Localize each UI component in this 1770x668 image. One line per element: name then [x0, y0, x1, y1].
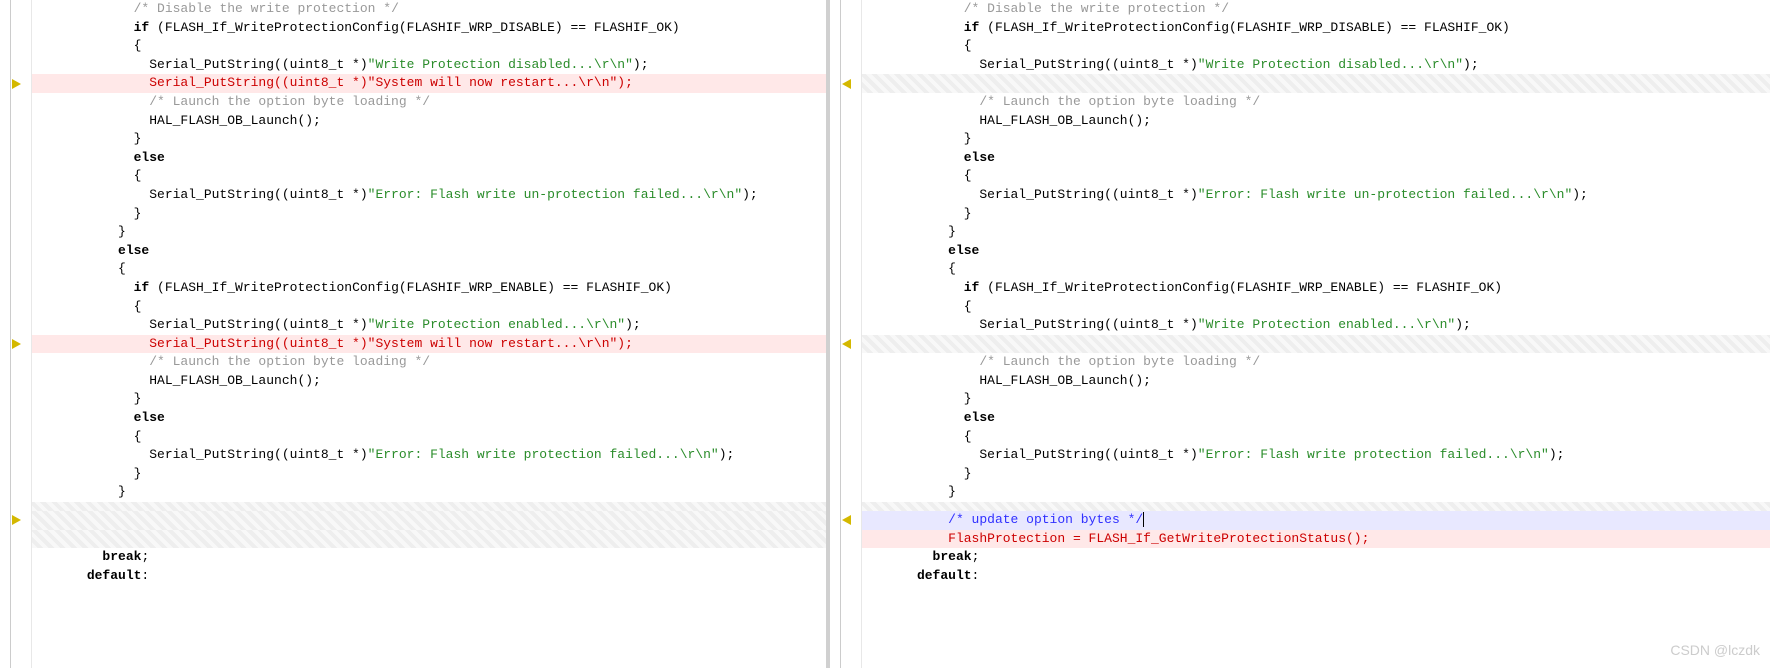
code-line[interactable]: {: [32, 37, 826, 56]
diff-arrow-left-icon[interactable]: [842, 515, 851, 525]
code-line[interactable]: /* Launch the option byte loading */: [32, 93, 826, 112]
diff-arrow-right-icon[interactable]: [12, 339, 21, 349]
code-line[interactable]: }: [32, 465, 826, 484]
code-line[interactable]: HAL_FLASH_OB_Launch();: [32, 112, 826, 131]
code-line[interactable]: {: [862, 298, 1770, 317]
code-line[interactable]: {: [32, 260, 826, 279]
code-line[interactable]: else: [862, 242, 1770, 261]
code-line[interactable]: }: [862, 483, 1770, 502]
diff-arrow-left-icon[interactable]: [842, 339, 851, 349]
code-line[interactable]: Serial_PutString((uint8_t *)"Error: Flas…: [32, 446, 826, 465]
code-line[interactable]: Serial_PutString((uint8_t *)"Write Prote…: [862, 316, 1770, 335]
right-pane[interactable]: /* Disable the write protection */ if (F…: [830, 0, 1770, 668]
right-gutter: [830, 0, 862, 668]
code-line[interactable]: /* Disable the write protection */: [862, 0, 1770, 19]
code-line[interactable]: }: [32, 205, 826, 224]
right-code-area[interactable]: /* Disable the write protection */ if (F…: [862, 0, 1770, 668]
code-line[interactable]: /* Launch the option byte loading */: [862, 93, 1770, 112]
code-line[interactable]: else: [862, 409, 1770, 428]
code-line[interactable]: [32, 502, 826, 511]
code-line[interactable]: }: [32, 223, 826, 242]
watermark: CSDN @lczdk: [1670, 642, 1760, 658]
code-line[interactable]: }: [862, 390, 1770, 409]
code-line[interactable]: /* Launch the option byte loading */: [32, 353, 826, 372]
code-line[interactable]: [862, 335, 1770, 354]
diff-arrow-right-icon[interactable]: [12, 515, 21, 525]
left-pane[interactable]: /* Disable the write protection */ if (F…: [0, 0, 826, 668]
code-line[interactable]: {: [32, 428, 826, 447]
code-line[interactable]: HAL_FLASH_OB_Launch();: [862, 372, 1770, 391]
code-line[interactable]: Serial_PutString((uint8_t *)"Error: Flas…: [32, 186, 826, 205]
code-line[interactable]: HAL_FLASH_OB_Launch();: [862, 112, 1770, 131]
code-line[interactable]: /* Disable the write protection */: [32, 0, 826, 19]
code-line[interactable]: if (FLASH_If_WriteProtectionConfig(FLASH…: [32, 279, 826, 298]
code-line[interactable]: {: [32, 167, 826, 186]
code-line[interactable]: Serial_PutString((uint8_t *)"Write Prote…: [32, 316, 826, 335]
code-line[interactable]: }: [862, 205, 1770, 224]
code-line[interactable]: {: [862, 428, 1770, 447]
code-line[interactable]: /* Launch the option byte loading */: [862, 353, 1770, 372]
code-line[interactable]: [32, 530, 826, 549]
code-line[interactable]: }: [32, 390, 826, 409]
code-line[interactable]: [862, 502, 1770, 511]
code-line[interactable]: HAL_FLASH_OB_Launch();: [32, 372, 826, 391]
code-line[interactable]: [862, 74, 1770, 93]
code-line[interactable]: [32, 511, 826, 530]
code-line[interactable]: if (FLASH_If_WriteProtectionConfig(FLASH…: [862, 19, 1770, 38]
code-line[interactable]: {: [862, 37, 1770, 56]
code-line[interactable]: else: [32, 149, 826, 168]
diff-text: Serial_PutString((uint8_t *)"System will…: [40, 336, 633, 351]
code-line[interactable]: {: [862, 167, 1770, 186]
diff-text: Serial_PutString((uint8_t *)"System will…: [40, 75, 633, 90]
code-line[interactable]: }: [32, 483, 826, 502]
code-line[interactable]: break;: [862, 548, 1770, 567]
code-line[interactable]: if (FLASH_If_WriteProtectionConfig(FLASH…: [862, 279, 1770, 298]
code-line[interactable]: else: [862, 149, 1770, 168]
code-line[interactable]: }: [862, 223, 1770, 242]
code-line[interactable]: if (FLASH_If_WriteProtectionConfig(FLASH…: [32, 19, 826, 38]
code-line[interactable]: Serial_PutString((uint8_t *)"Error: Flas…: [862, 446, 1770, 465]
code-line[interactable]: break;: [32, 548, 826, 567]
code-line[interactable]: else: [32, 242, 826, 261]
left-gutter: [0, 0, 32, 668]
diff-arrow-right-icon[interactable]: [12, 79, 21, 89]
diff-container: /* Disable the write protection */ if (F…: [0, 0, 1770, 668]
code-line[interactable]: FlashProtection = FLASH_If_GetWriteProte…: [862, 530, 1770, 549]
code-line[interactable]: }: [32, 130, 826, 149]
left-code-area[interactable]: /* Disable the write protection */ if (F…: [32, 0, 826, 668]
code-line[interactable]: {: [862, 260, 1770, 279]
code-line[interactable]: Serial_PutString((uint8_t *)"System will…: [32, 74, 826, 93]
code-line[interactable]: default:: [32, 567, 826, 586]
diff-arrow-left-icon[interactable]: [842, 79, 851, 89]
code-line[interactable]: Serial_PutString((uint8_t *)"Error: Flas…: [862, 186, 1770, 205]
code-line[interactable]: }: [862, 130, 1770, 149]
code-line[interactable]: }: [862, 465, 1770, 484]
code-line[interactable]: /* update option bytes */: [862, 511, 1770, 530]
code-line[interactable]: else: [32, 409, 826, 428]
code-line[interactable]: Serial_PutString((uint8_t *)"Write Prote…: [862, 56, 1770, 75]
code-line[interactable]: default:: [862, 567, 1770, 586]
code-line[interactable]: Serial_PutString((uint8_t *)"System will…: [32, 335, 826, 354]
code-line[interactable]: Serial_PutString((uint8_t *)"Write Prote…: [32, 56, 826, 75]
code-line[interactable]: {: [32, 298, 826, 317]
diff-text: FlashProtection = FLASH_If_GetWriteProte…: [870, 531, 1369, 546]
diff-text: /* update option bytes */: [870, 512, 1144, 527]
